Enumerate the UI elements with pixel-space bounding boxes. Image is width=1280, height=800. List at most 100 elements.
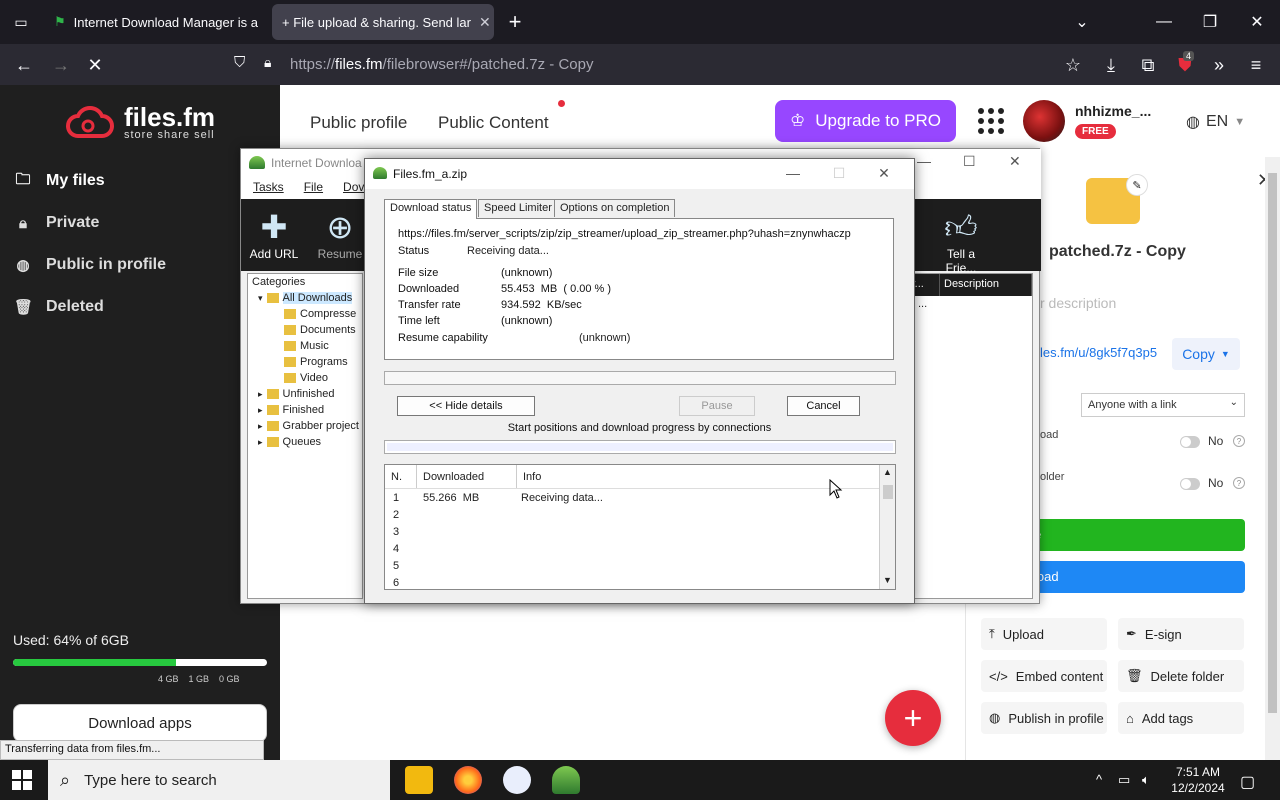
expand-icon[interactable]: ▸ (258, 421, 263, 432)
category-item[interactable]: ▸ Finished (248, 402, 362, 418)
resume-button[interactable]: ⊕ Resume (310, 207, 370, 261)
access-select[interactable]: Anyone with a link ⌄ (1081, 393, 1245, 417)
edit-icon[interactable]: ✎ (1126, 174, 1148, 196)
tab-options-on-completion[interactable]: Options on completion (554, 199, 676, 217)
restore-button[interactable]: ❐ (1190, 8, 1230, 36)
category-item[interactable]: ▸ Queues (248, 434, 362, 450)
tab-list-icon[interactable]: ▭ (6, 7, 36, 37)
download-icon[interactable]: ⤓ (1096, 50, 1126, 80)
add-tags-button[interactable]: ⌂ Add tags (1118, 702, 1244, 734)
save-button[interactable]: e (1034, 519, 1245, 551)
cancel-button[interactable]: Cancel (787, 396, 860, 416)
taskbar-search[interactable]: ⌕ Type here to search (48, 760, 390, 800)
add-fab-button[interactable]: + (885, 690, 941, 746)
table-row[interactable]: 1 55.266 MB Receiving data... (385, 489, 895, 506)
page-scrollbar[interactable] (1265, 157, 1280, 760)
notifications-icon[interactable]: ▢ (1240, 772, 1255, 792)
option-toggle[interactable] (1180, 436, 1200, 448)
download-button[interactable]: load (1034, 561, 1245, 593)
esign-button[interactable]: ✒ E-sign (1118, 618, 1244, 650)
category-item[interactable]: Music (248, 338, 362, 354)
upgrade-button[interactable]: ♔ Upgrade to PRO (775, 100, 956, 142)
stop-loading-button[interactable]: ✕ (80, 50, 110, 80)
expand-icon[interactable]: ▸ (258, 405, 263, 416)
column-header[interactable]: Downloaded (417, 465, 517, 488)
close-window-button[interactable]: ✕ (1009, 153, 1021, 170)
new-tab-button[interactable]: + (500, 7, 530, 37)
sidebar-item-private[interactable]: 🔒︎ Private (14, 206, 99, 240)
menu-tasks[interactable]: Tasks (253, 180, 284, 196)
menu-downloads[interactable]: Dov (343, 180, 364, 196)
list-item[interactable]: ... (906, 296, 1032, 312)
scroll-thumb[interactable] (883, 485, 893, 499)
lock-icon[interactable]: 🔒︎ (264, 54, 271, 71)
description-field[interactable]: r description (1040, 295, 1116, 311)
idm-taskbar-icon[interactable] (552, 766, 580, 794)
windows-start-icon[interactable] (12, 770, 32, 790)
hide-details-button[interactable]: << Hide details (397, 396, 535, 416)
minimize-button[interactable]: — (779, 165, 807, 181)
expand-icon[interactable]: ▸ (258, 389, 263, 400)
tab-speed-limiter[interactable]: Speed Limiter (478, 199, 558, 217)
category-item[interactable]: ▸ Unfinished (248, 386, 362, 402)
share-link[interactable]: les.fm/u/8gk5f7q3p5 (1040, 345, 1157, 360)
close-icon[interactable]: ✕ (479, 14, 491, 31)
help-icon[interactable]: ? (1233, 477, 1245, 489)
table-row[interactable]: 5 (385, 557, 895, 574)
apps-grid-icon[interactable] (978, 108, 1004, 134)
tell-friend-button[interactable]: 👍︎ Tell a Frie... (931, 207, 991, 275)
star-icon[interactable]: ☆ (1058, 50, 1088, 80)
copy-button[interactable]: Copy ▼ (1172, 338, 1240, 370)
expand-icon[interactable]: ▾ (258, 293, 263, 304)
minimize-button[interactable]: — (1144, 8, 1184, 36)
nav-public-profile[interactable]: Public profile (310, 113, 407, 133)
help-icon[interactable]: ? (1233, 435, 1245, 447)
chevron-down-icon[interactable]: ⌄ (1062, 8, 1102, 36)
username[interactable]: nhhizme_... (1075, 103, 1151, 119)
back-button[interactable]: ← (9, 50, 39, 80)
app-store-icon[interactable] (503, 766, 531, 794)
column-header[interactable]: Description (940, 274, 1032, 296)
table-row[interactable]: 3 (385, 523, 895, 540)
url-bar[interactable]: ⛉ 🔒︎ https://files.fm/filebrowser#/patch… (230, 48, 1100, 80)
shield-icon[interactable]: ⛉ (234, 54, 245, 71)
category-item[interactable]: Programs (248, 354, 362, 370)
category-item[interactable]: Compresse (248, 306, 362, 322)
maximize-button[interactable]: ☐ (825, 165, 853, 182)
scroll-up-icon[interactable]: ▲ (883, 467, 892, 477)
delete-folder-button[interactable]: 🗑︎ Delete folder (1118, 660, 1244, 692)
publish-button[interactable]: ◍ Publish in profile (981, 702, 1107, 734)
volume-mute-icon[interactable]: 🔈︎ (1142, 772, 1150, 788)
add-url-button[interactable]: ✚ Add URL (244, 207, 304, 261)
taskbar-clock[interactable]: 7:51 AM 12/2/2024 (1170, 764, 1226, 796)
pause-button[interactable]: Pause (679, 396, 755, 416)
chevron-up-icon[interactable]: ^ (1096, 772, 1102, 787)
sidebar-item-public[interactable]: ◍ Public in profile (14, 248, 166, 282)
menu-file[interactable]: File (304, 180, 323, 196)
embed-button[interactable]: </> Embed content (981, 660, 1107, 692)
menu-icon[interactable]: ≡ (1241, 50, 1271, 80)
table-row[interactable]: 4 (385, 540, 895, 557)
file-explorer-icon[interactable] (405, 766, 433, 794)
maximize-button[interactable]: ☐ (963, 153, 976, 170)
upload-button[interactable]: ⤒ Upload (981, 618, 1107, 650)
category-item[interactable]: ▾ All Downloads (248, 290, 362, 306)
category-item[interactable]: Documents (248, 322, 362, 338)
download-apps-button[interactable]: Download apps (13, 704, 267, 742)
option-toggle[interactable] (1180, 478, 1200, 490)
tab-idm[interactable]: ⚑ Internet Download Manager is a ✕ (44, 4, 266, 40)
close-window-button[interactable]: ✕ (1237, 8, 1277, 36)
category-item[interactable]: Video (248, 370, 362, 386)
tab-download-status[interactable]: Download status (384, 199, 478, 219)
network-icon[interactable]: ▭ (1118, 772, 1130, 788)
nav-public-content[interactable]: Public Content (438, 113, 549, 133)
column-header[interactable]: N. (385, 465, 417, 488)
extensions-icon[interactable]: ⧉ (1133, 50, 1163, 80)
language-selector[interactable]: ◍ EN ▼ (1186, 112, 1245, 132)
table-row[interactable]: 6 (385, 574, 895, 591)
sidebar-item-deleted[interactable]: 🗑︎ Deleted (14, 290, 104, 324)
tab-filesfm[interactable]: + File upload & sharing. Send lar ✕ (272, 4, 494, 40)
category-item[interactable]: ▸ Grabber project (248, 418, 362, 434)
scroll-down-icon[interactable]: ▼ (883, 575, 892, 585)
close-dialog-button[interactable]: ✕ (870, 165, 898, 182)
